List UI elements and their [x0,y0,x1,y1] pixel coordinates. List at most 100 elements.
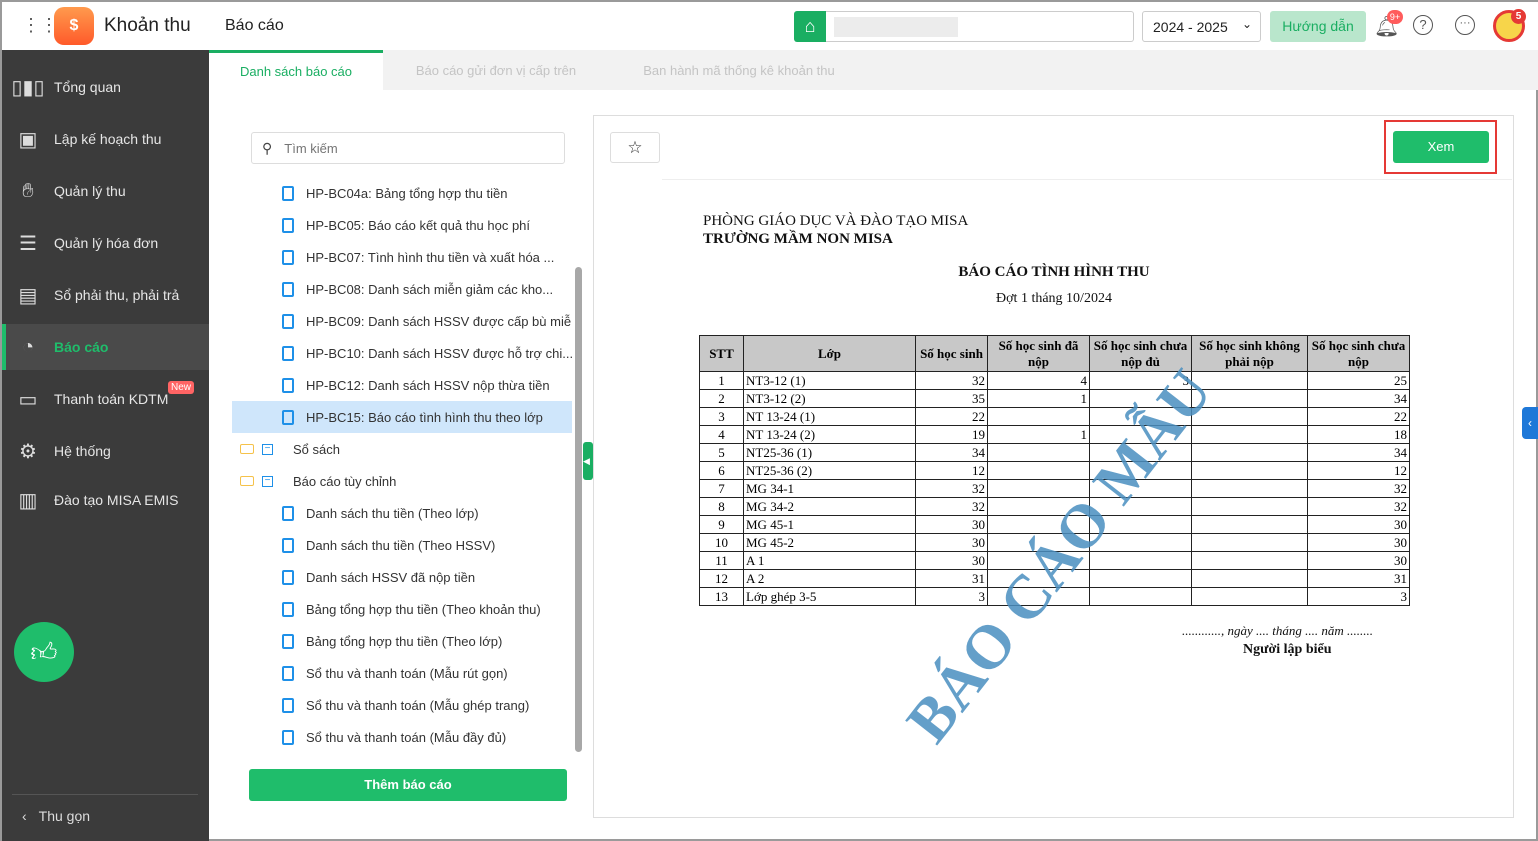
tree-item-custom-report[interactable]: Sổ thu và thanh toán (Mẫu rút gọn) [232,657,572,689]
table-cell [1089,587,1192,606]
sidebar-item-label: Báo cáo [54,339,109,355]
table-row: 5 NT25-36 (1) 34 34 [699,443,1410,462]
tree-item-report[interactable]: HP-BC05: Báo cáo kết quả thu học phí [232,209,572,241]
sidebar-item-cashless[interactable]: ▭ Thanh toán KDTM New [2,376,209,422]
chevron-left-icon: ‹ [22,808,27,824]
collapse-button[interactable]: ‹ Thu gọn [22,808,90,824]
file-icon [282,601,294,617]
table-cell: MG 45-1 [743,515,916,534]
tab-sent-reports[interactable]: Báo cáo gửi đơn vị cấp trên [391,50,601,90]
side-panel-toggle[interactable]: ‹ [1522,407,1538,439]
table-cell: 13 [699,587,744,606]
table-cell: 22 [1307,407,1410,426]
table-cell: NT 13-24 (1) [743,407,916,426]
file-icon [282,569,294,585]
table-cell: 2 [699,389,744,408]
tree-folder[interactable]: − Báo cáo tùy chỉnh [232,465,572,497]
sidebar-item-overview[interactable]: ▯▮▯ Tổng quan [2,64,209,110]
app-logo: $ [54,7,94,45]
app-grid-icon[interactable]: ⋮⋮⋮ [22,16,76,34]
tree-folder-label: Báo cáo tùy chỉnh [293,473,397,489]
collapse-icon[interactable]: − [262,443,273,455]
file-icon [282,697,294,713]
tree-item-custom-report[interactable]: Danh sách thu tiền (Theo lớp) [232,497,572,529]
tab-bar: Danh sách báo cáo Báo cáo gửi đơn vị cấp… [209,50,1538,90]
add-report-button[interactable]: Thêm báo cáo [249,769,567,801]
view-button[interactable]: Xem [1393,131,1489,163]
table-cell: NT3-12 (2) [743,389,916,408]
sidebar-item-training[interactable]: ▥ Đào tạo MISA EMIS [2,477,209,523]
file-icon [282,729,294,745]
tree-item-custom-report[interactable]: Sổ thu và thanh toán (Mẫu đầy đủ) [232,721,572,753]
tree-item-label: Danh sách thu tiền (Theo HSSV) [306,537,496,553]
sidebar-item-reports[interactable]: ◔ Báo cáo [2,324,209,370]
table-cell [1191,587,1308,606]
tree-item-label: Sổ thu và thanh toán (Mẫu ghép trang) [306,697,530,713]
sidebar-item-plan[interactable]: ▣ Lập kế hoạch thu [2,116,209,162]
home-button[interactable]: ⌂ [794,11,826,42]
table-cell: 8 [699,497,744,516]
help-icon[interactable]: ? [1413,15,1433,35]
tree-folder[interactable]: − Sổ sách [232,433,572,465]
tree-folder-label: Sổ sách [293,441,340,457]
tree-item-label: HP-BC07: Tình hình thu tiền và xuất hóa … [306,249,555,265]
tree-item-custom-report[interactable]: Sổ thu và thanh toán (Mẫu ghép trang) [232,689,572,721]
guide-button[interactable]: Hướng dẫn [1270,11,1366,42]
file-icon [282,217,294,233]
table-cell [1191,515,1308,534]
sidebar-item-system[interactable]: ⚙ Hệ thống [2,428,209,474]
collapse-icon[interactable]: − [262,475,273,487]
table-cell [1191,425,1308,444]
table-cell: 32 [1307,497,1410,516]
sidebar-item-ledger[interactable]: ▤ Sổ phải thu, phải trả [2,272,209,318]
search-input[interactable] [284,140,535,156]
tab-report-list[interactable]: Danh sách báo cáo [209,50,383,90]
tree-item-report[interactable]: HP-BC09: Danh sách HSSV được cấp bù miễ [232,305,572,337]
table-cell: 12 [915,461,988,480]
sidebar-item-invoice[interactable]: ☰ Quản lý hóa đơn [2,220,209,266]
table-cell: 3 [915,587,988,606]
app-name: Khoản thu [104,15,191,36]
favorite-button[interactable]: ☆ [610,132,660,163]
school-field[interactable] [826,11,1134,42]
table-cell: 30 [915,515,988,534]
sidebar-item-collection[interactable]: ✋︎ Quản lý thu [2,168,209,214]
tree-item-report[interactable]: HP-BC08: Danh sách miễn giảm các kho... [232,273,572,305]
school-year-select[interactable]: 2024 - 2025 ⌄ [1142,11,1261,42]
tree-item-custom-report[interactable]: Danh sách HSSV đã nộp tiền [232,561,572,593]
tree-item-report[interactable]: HP-BC04a: Bảng tổng hợp thu tiền [232,177,572,209]
tree-item-custom-report[interactable]: Bảng tổng hợp thu tiền (Theo khoản thu) [232,593,572,625]
new-badge: New [168,381,195,394]
table-cell: NT 13-24 (2) [743,425,916,444]
tree-item-label: Bảng tổng hợp thu tiền (Theo khoản thu) [306,601,541,617]
column-header: Số học sinh [915,335,988,372]
file-icon [282,665,294,681]
tree-item-report[interactable]: HP-BC12: Danh sách HSSV nộp thừa tiền [232,369,572,401]
table-cell: 10 [699,533,744,552]
table-cell: 34 [1307,443,1410,462]
file-icon [282,505,294,521]
file-icon [282,633,294,649]
table-cell: 7 [699,479,744,498]
tree-item-custom-report[interactable]: Bảng tổng hợp thu tiền (Theo lớp) [232,625,572,657]
table-cell [987,461,1090,480]
tree-item-report[interactable]: HP-BC07: Tình hình thu tiền và xuất hóa … [232,241,572,273]
table-cell: 5 [699,443,744,462]
search-box[interactable]: ⚲ [251,132,565,164]
sidebar-item-label: Đào tạo MISA EMIS [54,492,179,508]
table-cell: 35 [915,389,988,408]
table-cell: 30 [1307,515,1410,534]
column-header: Số học sinh đã nộp [987,335,1090,372]
sidebar: ▯▮▯ Tổng quan ▣ Lập kế hoạch thu ✋︎ Quản lý… [2,50,209,841]
more-icon[interactable]: ··· [1455,15,1475,35]
tree-scrollbar[interactable] [575,267,582,752]
tab-statistic-codes[interactable]: Ban hành mã thống kê khoản thu [619,50,859,90]
tree-item-report[interactable]: HP-BC15: Báo cáo tình hình thu theo lớp [232,401,572,433]
sidebar-item-label: Sổ phải thu, phải trả [54,287,180,303]
hand-coin-icon: ✋︎ [22,179,34,202]
feedback-button[interactable]: 👍︎ [14,622,74,682]
tree-item-report[interactable]: HP-BC10: Danh sách HSSV được hỗ trợ chi.… [232,337,572,369]
table-row: 4 NT 13-24 (2) 19 1 18 [699,425,1410,444]
panel-toggle[interactable]: ◀ [583,442,593,480]
tree-item-custom-report[interactable]: Danh sách thu tiền (Theo HSSV) [232,529,572,561]
